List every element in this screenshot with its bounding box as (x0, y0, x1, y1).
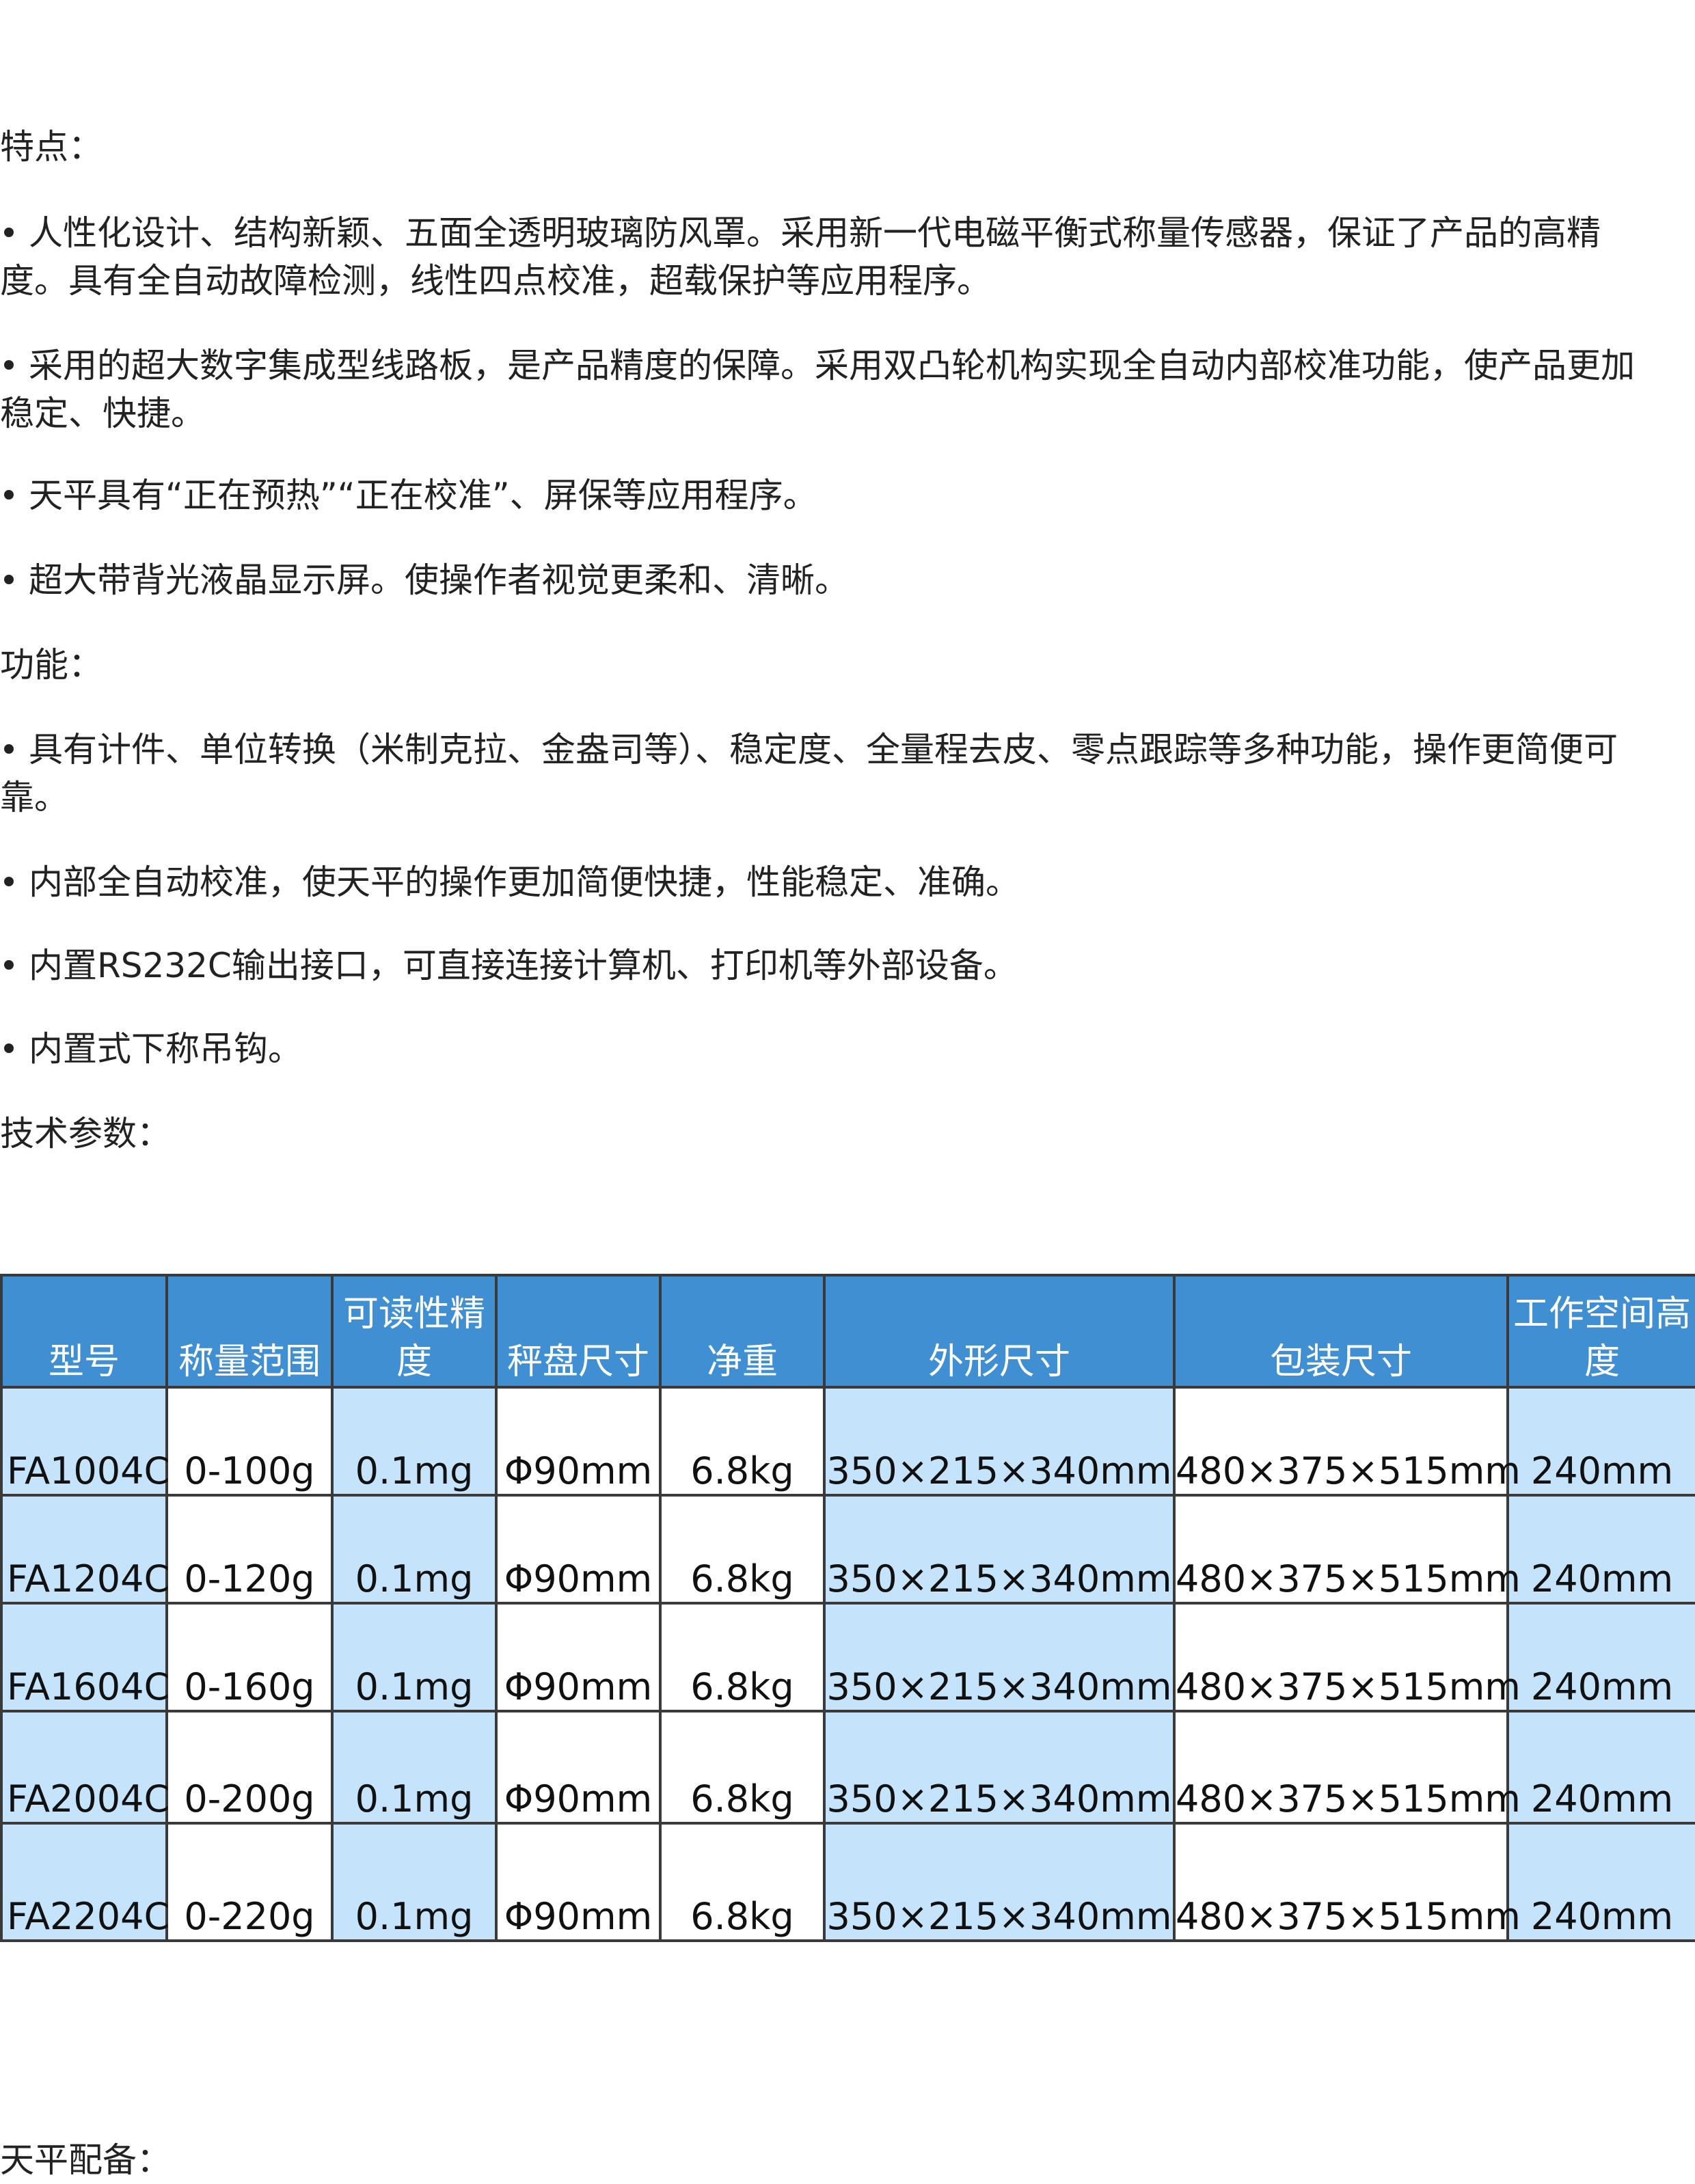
cell-model: FA1604C (0, 1602, 170, 1712)
function-item: 内置式下称吊钩。 (0, 1025, 1668, 1073)
header-net-weight: 净重 (659, 1274, 826, 1389)
cell-package-size: 480×375×515mm (1173, 1386, 1521, 1497)
cell-pan-size: Φ90mm (495, 1710, 662, 1825)
spec-table: 型号 称量范围 可读性精度 秤盘尺寸 净重 外形尺寸 包装尺寸 工作空间高度 F… (0, 1274, 1695, 1942)
cell-model: FA1204C (0, 1494, 170, 1605)
feature-text: 人性化设计、结构新颖、五面全透明玻璃防风罩。采用新一代电磁平衡式称量传感器，保证… (0, 213, 1601, 301)
cell-package-size: 480×375×515mm (1173, 1494, 1521, 1605)
header-package-size: 包装尺寸 (1173, 1274, 1509, 1389)
cell-net-weight: 6.8kg (659, 1386, 826, 1497)
bullet-icon (4, 876, 14, 886)
cell-range: 0-120g (165, 1494, 334, 1605)
feature-item: 采用的超大数字集成型线路板，是产品精度的保障。采用双凸轮机构实现全自动内部校准功… (0, 342, 1668, 437)
feature-item: 人性化设计、结构新颖、五面全透明玻璃防风罩。采用新一代电磁平衡式称量传感器，保证… (0, 209, 1668, 305)
bullet-icon (4, 743, 14, 754)
function-item: 具有计件、单位转换（米制克拉、金盎司等）、稳定度、全量程去皮、零点跟踪等多种功能… (0, 726, 1668, 821)
cell-readability: 0.1mg (331, 1822, 498, 1942)
bullet-icon (4, 227, 14, 237)
function-text: 内部全自动校准，使天平的操作更加简便快捷，性能稳定、准确。 (29, 862, 1020, 902)
cell-readability: 0.1mg (331, 1602, 498, 1712)
function-text: 内置RS232C输出接口，可直接连接计算机、打印机等外部设备。 (29, 946, 1018, 985)
feature-item: 天平具有“正在预热”“正在校准”、屏保等应用程序。 (0, 472, 1668, 519)
table-row: FA2204C 0-220g 0.1mg Φ90mm 6.8kg 350×215… (0, 1822, 1695, 1942)
table-row: FA2004C 0-200g 0.1mg Φ90mm 6.8kg 350×215… (0, 1710, 1695, 1825)
accessories-heading: 天平配备： (0, 2140, 171, 2180)
cell-work-height: 240mm (1506, 1822, 1695, 1942)
cell-model: FA2004C (0, 1710, 170, 1825)
cell-model: FA2204C (0, 1822, 170, 1942)
cell-range: 0-160g (165, 1602, 334, 1712)
cell-work-height: 240mm (1506, 1710, 1695, 1825)
cell-dimensions: 350×215×340mm (823, 1602, 1176, 1712)
cell-model: FA1004C (0, 1386, 170, 1497)
cell-package-size: 480×375×515mm (1173, 1602, 1521, 1712)
cell-net-weight: 6.8kg (659, 1710, 826, 1825)
bullet-icon (4, 1043, 14, 1053)
header-work-height: 工作空间高度 (1506, 1274, 1695, 1389)
cell-pan-size: Φ90mm (495, 1386, 662, 1497)
cell-net-weight: 6.8kg (659, 1602, 826, 1712)
features-heading: 特点： (0, 127, 103, 167)
cell-readability: 0.1mg (331, 1386, 498, 1497)
cell-range: 0-200g (165, 1710, 334, 1825)
feature-text: 超大带背光液晶显示屏。使操作者视觉更柔和、清晰。 (29, 560, 849, 600)
bullet-icon (4, 574, 14, 584)
function-text: 内置式下称吊钩。 (29, 1029, 302, 1069)
cell-net-weight: 6.8kg (659, 1494, 826, 1605)
cell-dimensions: 350×215×340mm (823, 1822, 1176, 1942)
bullet-icon (4, 489, 14, 500)
header-model: 型号 (0, 1274, 168, 1389)
cell-package-size: 480×375×515mm (1173, 1710, 1521, 1825)
specs-heading: 技术参数： (0, 1114, 171, 1154)
feature-item: 超大带背光液晶显示屏。使操作者视觉更柔和、清晰。 (0, 556, 1668, 604)
header-dimensions: 外形尺寸 (823, 1274, 1176, 1389)
header-readability: 可读性精度 (331, 1274, 498, 1389)
cell-range: 0-220g (165, 1822, 334, 1942)
cell-dimensions: 350×215×340mm (823, 1710, 1176, 1825)
table-row: FA1604C 0-160g 0.1mg Φ90mm 6.8kg 350×215… (0, 1602, 1695, 1712)
header-pan-size: 秤盘尺寸 (495, 1274, 662, 1389)
cell-dimensions: 350×215×340mm (823, 1494, 1176, 1605)
cell-range: 0-100g (165, 1386, 334, 1497)
cell-readability: 0.1mg (331, 1710, 498, 1825)
functions-heading: 功能： (0, 645, 103, 685)
table-header-row: 型号 称量范围 可读性精度 秤盘尺寸 净重 外形尺寸 包装尺寸 工作空间高度 (0, 1274, 1695, 1389)
function-item: 内部全自动校准，使天平的操作更加简便快捷，性能稳定、准确。 (0, 858, 1668, 906)
feature-text: 天平具有“正在预热”“正在校准”、屏保等应用程序。 (29, 476, 817, 515)
function-item: 内置RS232C输出接口，可直接连接计算机、打印机等外部设备。 (0, 942, 1668, 989)
table-row: FA1004C 0-100g 0.1mg Φ90mm 6.8kg 350×215… (0, 1386, 1695, 1497)
cell-work-height: 240mm (1506, 1602, 1695, 1712)
function-text: 具有计件、单位转换（米制克拉、金盎司等）、稳定度、全量程去皮、零点跟踪等多种功能… (0, 730, 1618, 817)
bullet-icon (4, 959, 14, 970)
bullet-icon (4, 359, 14, 370)
cell-work-height: 240mm (1506, 1386, 1695, 1497)
cell-readability: 0.1mg (331, 1494, 498, 1605)
cell-package-size: 480×375×515mm (1173, 1822, 1521, 1942)
cell-pan-size: Φ90mm (495, 1602, 662, 1712)
cell-dimensions: 350×215×340mm (823, 1386, 1176, 1497)
table-row: FA1204C 0-120g 0.1mg Φ90mm 6.8kg 350×215… (0, 1494, 1695, 1605)
cell-net-weight: 6.8kg (659, 1822, 826, 1942)
cell-pan-size: Φ90mm (495, 1822, 662, 1942)
header-range: 称量范围 (165, 1274, 334, 1389)
feature-text: 采用的超大数字集成型线路板，是产品精度的保障。采用双凸轮机构实现全自动内部校准功… (0, 346, 1635, 433)
cell-work-height: 240mm (1506, 1494, 1695, 1605)
cell-pan-size: Φ90mm (495, 1494, 662, 1605)
